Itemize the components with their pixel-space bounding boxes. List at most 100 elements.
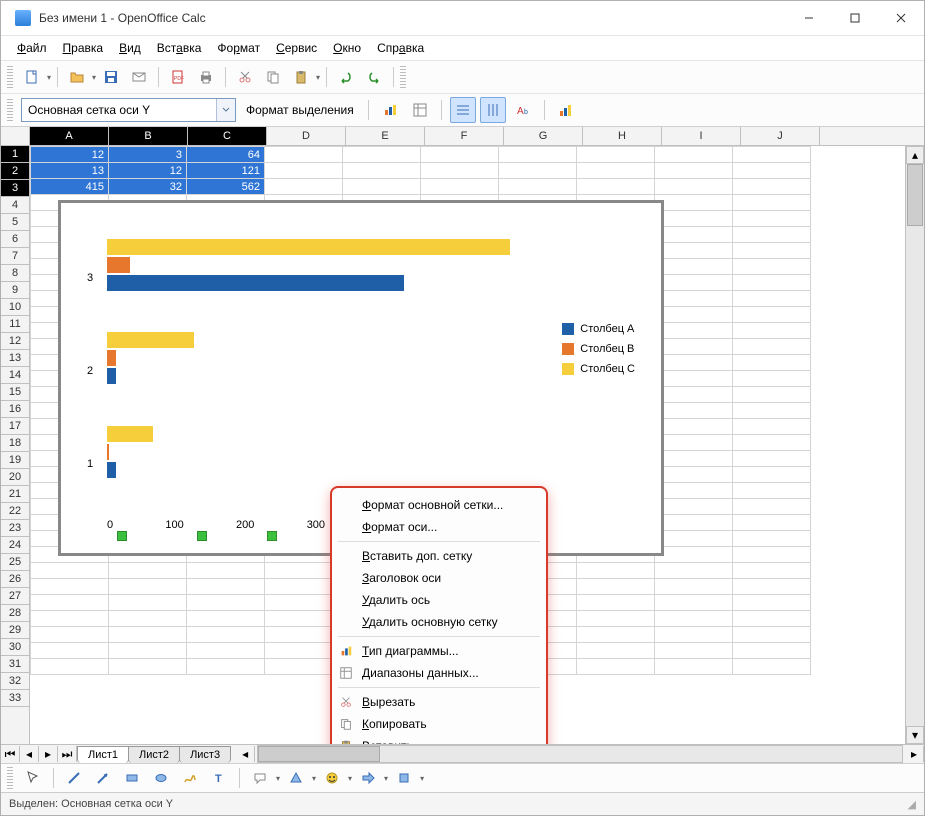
- cell-B3[interactable]: 32: [109, 179, 187, 195]
- cell-I23[interactable]: [655, 499, 733, 515]
- row-header-33[interactable]: 33: [1, 690, 29, 707]
- row-header-5[interactable]: 5: [1, 214, 29, 231]
- cell-I12[interactable]: [655, 323, 733, 339]
- row-header-17[interactable]: 17: [1, 418, 29, 435]
- chart-legend[interactable]: Столбец AСтолбец BСтолбец C: [562, 319, 635, 379]
- cell-I22[interactable]: [655, 483, 733, 499]
- callout-tool[interactable]: [247, 765, 273, 791]
- cell-J33[interactable]: [733, 659, 811, 675]
- ellipse-tool[interactable]: [148, 765, 174, 791]
- cell-B1[interactable]: 3: [109, 147, 187, 163]
- cell-I28[interactable]: [655, 579, 733, 595]
- cell-J4[interactable]: [733, 195, 811, 211]
- close-button[interactable]: [878, 3, 924, 33]
- menu-tools[interactable]: Сервис: [270, 39, 323, 57]
- undo-button[interactable]: [333, 64, 359, 90]
- column-header-G[interactable]: G: [504, 127, 583, 145]
- menu-edit[interactable]: Правка: [57, 39, 110, 57]
- cell-J32[interactable]: [733, 643, 811, 659]
- column-header-C[interactable]: C: [188, 127, 267, 145]
- cell-J12[interactable]: [733, 323, 811, 339]
- cell-H32[interactable]: [577, 643, 655, 659]
- cell-A28[interactable]: [31, 579, 109, 595]
- cell-D3[interactable]: [265, 179, 343, 195]
- legend-item[interactable]: Столбец A: [562, 319, 635, 339]
- select-tool[interactable]: [20, 765, 46, 791]
- cell-J10[interactable]: [733, 291, 811, 307]
- cell-D1[interactable]: [265, 147, 343, 163]
- cell-F2[interactable]: [421, 163, 499, 179]
- cell-J2[interactable]: [733, 163, 811, 179]
- flowchart-tool[interactable]: [391, 765, 417, 791]
- row-header-32[interactable]: 32: [1, 673, 29, 690]
- cell-A29[interactable]: [31, 595, 109, 611]
- cell-C2[interactable]: 121: [187, 163, 265, 179]
- cell-J5[interactable]: [733, 211, 811, 227]
- arrow-tool[interactable]: [90, 765, 116, 791]
- cell-I3[interactable]: [655, 179, 733, 195]
- cell-B29[interactable]: [109, 595, 187, 611]
- cell-J11[interactable]: [733, 307, 811, 323]
- cell-G2[interactable]: [499, 163, 577, 179]
- column-header-I[interactable]: I: [662, 127, 741, 145]
- context-menu-item[interactable]: Заголовок оси: [332, 567, 546, 589]
- cell-A2[interactable]: 13: [31, 163, 109, 179]
- cell-J1[interactable]: [733, 147, 811, 163]
- column-header-B[interactable]: B: [109, 127, 188, 145]
- freeline-tool[interactable]: [177, 765, 203, 791]
- email-button[interactable]: [126, 64, 152, 90]
- chart-bar[interactable]: [107, 444, 109, 460]
- horizontal-scroll-thumb[interactable]: [258, 746, 380, 762]
- cell-H28[interactable]: [577, 579, 655, 595]
- minimize-button[interactable]: [786, 3, 832, 33]
- row-header-14[interactable]: 14: [1, 367, 29, 384]
- column-header-J[interactable]: J: [741, 127, 820, 145]
- chart-bar[interactable]: [107, 368, 116, 384]
- toolbar-grip-2[interactable]: [400, 66, 406, 88]
- basic-shapes-tool[interactable]: [283, 765, 309, 791]
- row-header-2[interactable]: 2: [1, 163, 29, 180]
- cell-J20[interactable]: [733, 451, 811, 467]
- cell-J3[interactable]: [733, 179, 811, 195]
- cell-I21[interactable]: [655, 467, 733, 483]
- chart-data-button[interactable]: [407, 97, 433, 123]
- cell-I2[interactable]: [655, 163, 733, 179]
- cell-J27[interactable]: [733, 563, 811, 579]
- context-menu-item[interactable]: Тип диаграммы...: [332, 640, 546, 662]
- cell-J28[interactable]: [733, 579, 811, 595]
- cell-J25[interactable]: [733, 531, 811, 547]
- row-header-22[interactable]: 22: [1, 503, 29, 520]
- row-header-7[interactable]: 7: [1, 248, 29, 265]
- cell-H33[interactable]: [577, 659, 655, 675]
- cell-C33[interactable]: [187, 659, 265, 675]
- cell-H29[interactable]: [577, 595, 655, 611]
- cell-I4[interactable]: [655, 195, 733, 211]
- cell-B2[interactable]: 12: [109, 163, 187, 179]
- row-header-12[interactable]: 12: [1, 333, 29, 350]
- chart-handle[interactable]: [197, 531, 207, 541]
- cell-J18[interactable]: [733, 419, 811, 435]
- column-header-E[interactable]: E: [346, 127, 425, 145]
- legend-item[interactable]: Столбец C: [562, 359, 635, 379]
- cell-J30[interactable]: [733, 611, 811, 627]
- cell-A33[interactable]: [31, 659, 109, 675]
- cell-I32[interactable]: [655, 643, 733, 659]
- cell-C30[interactable]: [187, 611, 265, 627]
- sheet-tab[interactable]: Лист3: [179, 746, 231, 763]
- cell-C28[interactable]: [187, 579, 265, 595]
- chart-bar[interactable]: [107, 257, 130, 273]
- cell-J16[interactable]: [733, 387, 811, 403]
- cell-H2[interactable]: [577, 163, 655, 179]
- hscroll-right-button[interactable]: ▸: [905, 746, 924, 762]
- tab-prev-button[interactable]: ◂: [20, 746, 39, 762]
- cell-A1[interactable]: 12: [31, 147, 109, 163]
- cell-J9[interactable]: [733, 275, 811, 291]
- chart-bar[interactable]: [107, 332, 194, 348]
- line-tool[interactable]: [61, 765, 87, 791]
- context-menu-item[interactable]: Вставить: [332, 735, 546, 744]
- chart-bar[interactable]: [107, 350, 116, 366]
- cell-I18[interactable]: [655, 419, 733, 435]
- cell-I15[interactable]: [655, 371, 733, 387]
- row-header-1[interactable]: 1: [1, 146, 29, 163]
- menu-view[interactable]: Вид: [113, 39, 147, 57]
